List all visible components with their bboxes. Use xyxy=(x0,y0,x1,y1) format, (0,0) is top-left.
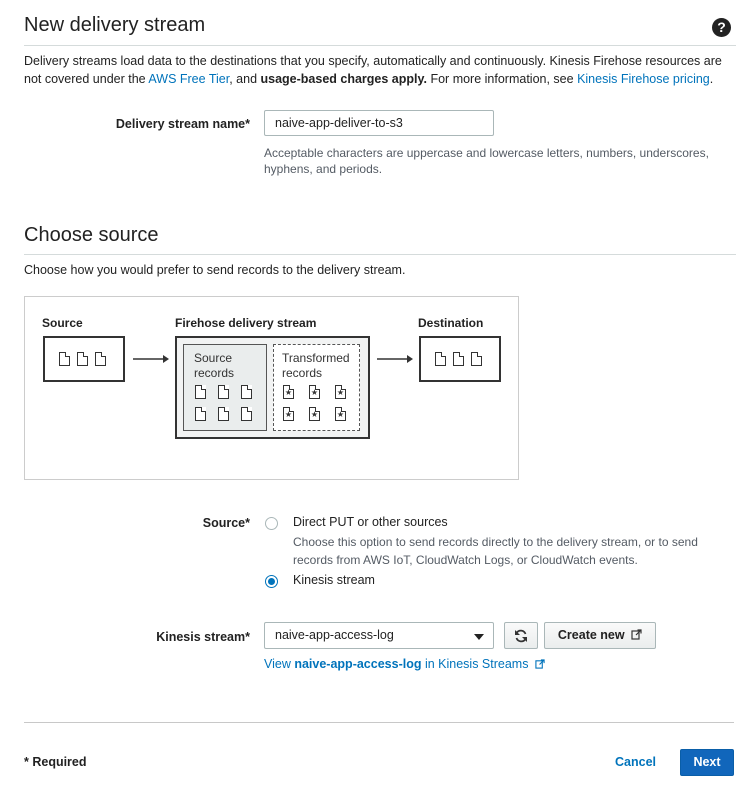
external-link-icon xyxy=(535,659,545,669)
next-button[interactable]: Next xyxy=(680,749,734,776)
divider xyxy=(24,254,736,255)
document-icon xyxy=(195,385,206,399)
intro-text: For more information, see xyxy=(427,72,578,86)
document-icon xyxy=(453,352,464,366)
stream-name-hint: Acceptable characters are uppercase and … xyxy=(264,146,709,176)
starred-document-icon: ★ xyxy=(335,407,346,421)
direct-put-label[interactable]: Direct PUT or other sources xyxy=(293,515,448,529)
view-link-text: View xyxy=(264,657,295,671)
diagram-destination-box xyxy=(419,336,501,382)
starred-document-icon: ★ xyxy=(309,385,320,399)
source-description: Choose how you would prefer to send reco… xyxy=(24,263,406,277)
help-icon[interactable]: ? xyxy=(712,18,731,37)
document-icon xyxy=(218,407,229,421)
cancel-button[interactable]: Cancel xyxy=(615,755,656,769)
diagram-source-label: Source xyxy=(42,316,83,330)
diagram-transformed-records-box: Transformed records ★ ★ ★ ★ ★ ★ xyxy=(273,344,360,431)
document-icon xyxy=(95,352,106,366)
document-icon xyxy=(195,407,206,421)
create-new-button[interactable]: Create new xyxy=(544,622,656,649)
stream-name-label: Delivery stream name* xyxy=(115,117,250,131)
diagram-source-box xyxy=(43,336,125,382)
external-link-icon xyxy=(631,629,642,640)
divider xyxy=(24,45,736,46)
document-icon xyxy=(435,352,446,366)
usage-charges-text: usage-based charges apply. xyxy=(260,72,428,86)
kinesis-stream-selected-value: naive-app-access-log xyxy=(275,628,394,642)
dropdown-arrow-icon xyxy=(474,634,484,640)
document-icon xyxy=(59,352,70,366)
direct-put-hint: Choose this option to send records direc… xyxy=(293,535,698,567)
source-label: Source* xyxy=(202,516,250,530)
kinesis-stream-option-label[interactable]: Kinesis stream xyxy=(293,573,375,587)
required-note: * Required xyxy=(24,755,87,769)
intro-text: , and xyxy=(229,72,261,86)
create-new-label: Create new xyxy=(557,628,625,642)
document-icon xyxy=(241,407,252,421)
intro-description: Delivery streams load data to the destin… xyxy=(24,52,740,88)
transformed-records-label: Transformed records xyxy=(282,351,350,380)
view-stream-link[interactable]: View naive-app-access-log in Kinesis Str… xyxy=(264,657,545,671)
source-records-label: Source records xyxy=(194,351,235,380)
document-icon xyxy=(77,352,88,366)
kinesis-stream-radio[interactable] xyxy=(265,575,278,588)
view-link-text: in Kinesis Streams xyxy=(421,657,529,671)
document-icon xyxy=(471,352,482,366)
starred-document-icon: ★ xyxy=(283,385,294,399)
arrow-right-icon xyxy=(133,355,169,363)
kinesis-stream-select[interactable]: naive-app-access-log xyxy=(264,622,494,649)
footer-divider xyxy=(24,722,734,723)
section-title: Choose source xyxy=(24,224,159,246)
arrow-right-icon xyxy=(377,355,413,363)
diagram-source-records-box: Source records xyxy=(183,344,267,431)
pricing-link[interactable]: Kinesis Firehose pricing xyxy=(577,72,710,86)
starred-document-icon: ★ xyxy=(283,407,294,421)
diagram-destination-label: Destination xyxy=(418,316,484,330)
view-stream-name: naive-app-access-log xyxy=(294,657,422,671)
refresh-icon xyxy=(515,629,527,643)
starred-document-icon: ★ xyxy=(335,385,346,399)
document-icon xyxy=(241,385,252,399)
diagram-firehose-box: Source records Transformed records ★ ★ ★… xyxy=(175,336,370,439)
free-tier-link[interactable]: AWS Free Tier xyxy=(148,72,229,86)
kinesis-stream-label: Kinesis stream* xyxy=(156,630,250,644)
stream-name-input[interactable]: naive-app-deliver-to-s3 xyxy=(264,110,494,136)
intro-text: . xyxy=(709,72,714,86)
refresh-button[interactable] xyxy=(504,622,538,649)
page-title: New delivery stream xyxy=(24,14,206,36)
direct-put-radio[interactable] xyxy=(265,517,278,530)
source-diagram: Source Firehose delivery stream Destinat… xyxy=(24,296,519,480)
starred-document-icon: ★ xyxy=(309,407,320,421)
diagram-firehose-label: Firehose delivery stream xyxy=(175,316,317,330)
document-icon xyxy=(218,385,229,399)
